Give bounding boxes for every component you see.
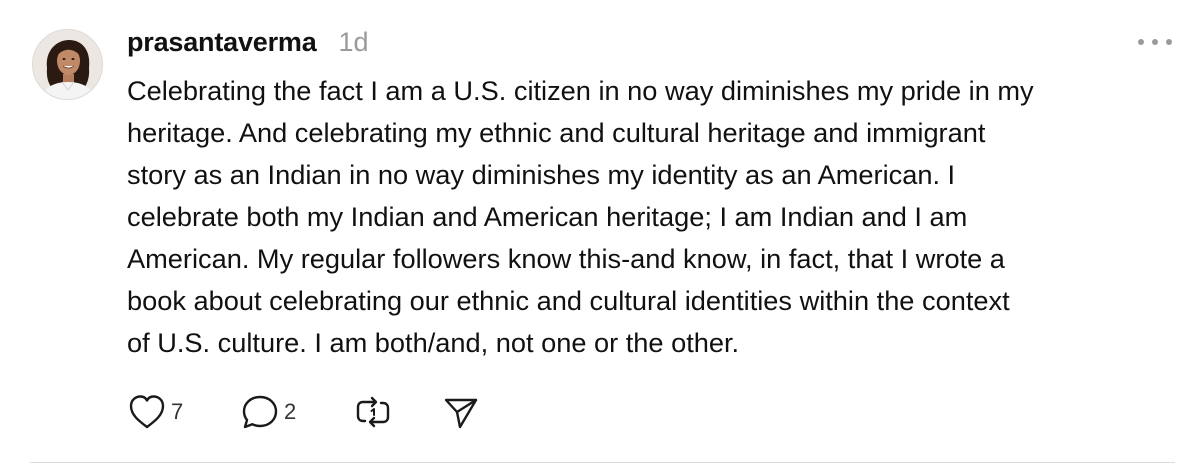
post: prasantaverma 1d Celebrating the fact I … [0, 0, 1202, 476]
post-body-line: Celebrating the fact I am a U.S. citizen… [127, 75, 1034, 106]
post-body-line: celebrate both my Indian and American he… [127, 201, 968, 232]
more-options-button[interactable] [1138, 34, 1172, 50]
more-icon-dot [1166, 39, 1172, 45]
post-body-line: of U.S. culture. I am both/and, not one … [127, 327, 740, 358]
post-header: prasantaverma 1d [127, 23, 369, 61]
like-count: 7 [171, 399, 184, 424]
share-button[interactable] [441, 393, 481, 431]
timestamp[interactable]: 1d [339, 27, 369, 58]
post-actions: 7 2 [127, 392, 481, 432]
like-button[interactable]: 7 [127, 393, 240, 431]
send-icon [444, 398, 478, 429]
more-icon-dot [1152, 39, 1158, 45]
username[interactable]: prasantaverma [127, 27, 317, 58]
reply-count: 2 [284, 399, 297, 424]
post-body-line: story as an Indian in no way diminishes … [127, 159, 956, 190]
more-icon-dot [1138, 39, 1144, 45]
divider [30, 462, 1175, 463]
heart-icon [129, 395, 165, 429]
post-body-line: book about celebrating our ethnic and cu… [127, 285, 1010, 316]
post-body: Celebrating the fact I am a U.S. citizen… [127, 70, 1167, 364]
repost-button[interactable] [353, 393, 441, 431]
reply-button[interactable]: 2 [240, 393, 353, 431]
comment-bubble-icon [242, 395, 278, 429]
post-body-line: heritage. And celebrating my ethnic and … [127, 117, 986, 148]
post-body-line: American. My regular followers know this… [127, 243, 1005, 274]
avatar[interactable] [32, 29, 103, 100]
repost-icon [356, 396, 390, 428]
